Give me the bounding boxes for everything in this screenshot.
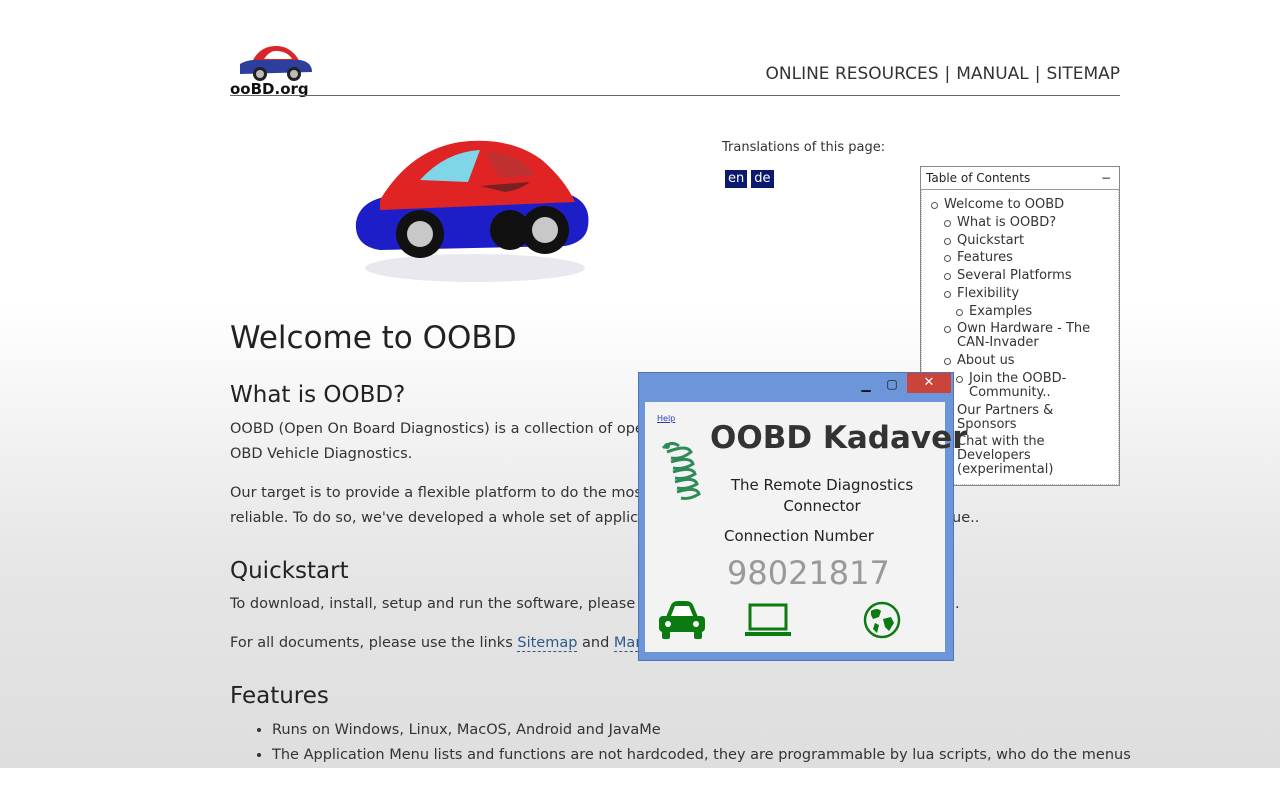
toc-item-several-platforms[interactable]: Several Platforms bbox=[944, 269, 1072, 283]
toc-item-what-is-oobd[interactable]: What is OOBD? bbox=[944, 216, 1056, 230]
top-navigation: ONLINE RESOURCES | MANUAL | SITEMAP bbox=[766, 64, 1121, 84]
toc-item-examples[interactable]: Examples bbox=[956, 305, 1032, 319]
hero-car-image bbox=[350, 130, 600, 290]
toc-collapse-toggle[interactable]: − bbox=[1101, 167, 1111, 189]
site-logo[interactable]: ooBD.org bbox=[230, 42, 318, 98]
nav-manual[interactable]: MANUAL bbox=[956, 64, 1029, 84]
logo-car-icon bbox=[240, 45, 312, 81]
toc-item-quickstart[interactable]: Quickstart bbox=[944, 234, 1024, 248]
translations-label: Translations of this page: bbox=[722, 140, 886, 155]
page-title: Welcome to OOBD bbox=[230, 320, 517, 356]
globe-icon[interactable] bbox=[863, 601, 901, 639]
features-list: Runs on Windows, Linux, MacOS, Android a… bbox=[230, 718, 1131, 768]
section-heading-what-is-oobd: What is OOBD? bbox=[230, 382, 406, 408]
kadaver-window: ▁ ▢ ✕ Help OOBD Kadaver The Remote Diagn… bbox=[638, 372, 967, 661]
toc-item-join-community[interactable]: Join the OOBD-Community.. bbox=[956, 372, 1089, 400]
help-link[interactable]: Help bbox=[657, 414, 675, 423]
taskbar-strip bbox=[0, 768, 1280, 800]
section-heading-quickstart: Quickstart bbox=[230, 558, 349, 584]
lang-en-button[interactable]: en bbox=[725, 170, 748, 188]
lang-de-button[interactable]: de bbox=[751, 170, 774, 188]
language-switcher: en de bbox=[725, 167, 778, 188]
minimize-button[interactable]: ▁ bbox=[855, 376, 877, 394]
toc-header[interactable]: Table of Contents − bbox=[921, 167, 1119, 190]
laptop-icon[interactable] bbox=[744, 603, 792, 639]
toc-item-about-us[interactable]: About us bbox=[944, 354, 1015, 368]
nav-sitemap[interactable]: SITEMAP bbox=[1047, 64, 1120, 84]
section-heading-features: Features bbox=[230, 683, 329, 709]
connection-number-label: Connection Number bbox=[724, 527, 874, 545]
feature-item: The Application Menu lists and functions… bbox=[272, 743, 1131, 768]
feature-item: Runs on Windows, Linux, MacOS, Android a… bbox=[272, 718, 1131, 743]
kadaver-client-area: Help OOBD Kadaver The Remote Diagnostics… bbox=[645, 402, 967, 652]
connection-number-value: 98021817 bbox=[727, 554, 890, 592]
nav-separator: | bbox=[944, 64, 951, 84]
spring-logo-icon bbox=[661, 441, 701, 500]
what-paragraph-1: OOBD (Open On Board Diagnostics) is a co… bbox=[230, 421, 654, 462]
header-divider bbox=[230, 95, 1120, 96]
toc-item-own-hardware[interactable]: Own Hardware - The CAN-Invader bbox=[944, 322, 1107, 350]
nav-online-resources[interactable]: ONLINE RESOURCES bbox=[766, 64, 939, 84]
toc-item-chat[interactable]: Chat with the Developers (experimental) bbox=[944, 435, 1067, 477]
kadaver-subtitle: The Remote Diagnostics Connector bbox=[730, 476, 914, 515]
nav-separator: | bbox=[1034, 64, 1041, 84]
toc-item-welcome[interactable]: Welcome to OOBD bbox=[931, 198, 1064, 212]
toc-item-partners[interactable]: Our Partners & Sponsors bbox=[944, 404, 1067, 432]
sitemap-link[interactable]: Sitemap bbox=[517, 635, 578, 652]
car-icon[interactable] bbox=[657, 599, 707, 643]
toc-title: Table of Contents bbox=[926, 171, 1031, 185]
kadaver-title: OOBD Kadaver bbox=[710, 420, 968, 456]
close-button[interactable]: ✕ bbox=[907, 373, 951, 393]
toc-item-flexibility[interactable]: Flexibility bbox=[944, 287, 1019, 301]
quickstart-paragraph-2: For all documents, please use the links … bbox=[230, 635, 654, 652]
maximize-button[interactable]: ▢ bbox=[881, 375, 903, 393]
toc-item-features[interactable]: Features bbox=[944, 251, 1013, 265]
